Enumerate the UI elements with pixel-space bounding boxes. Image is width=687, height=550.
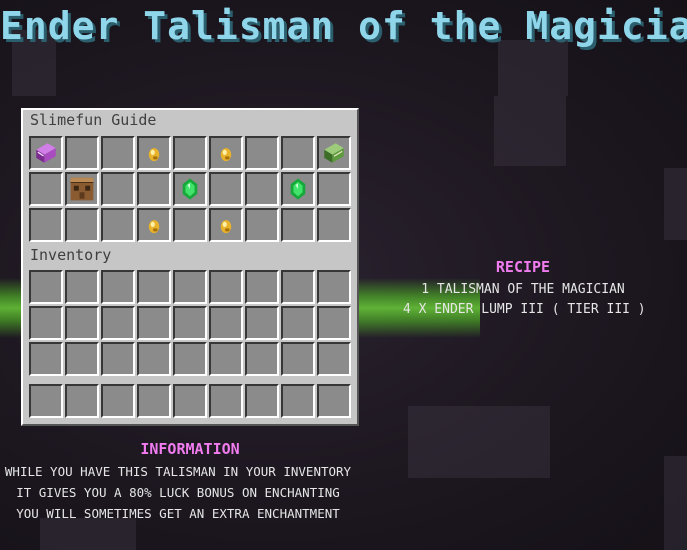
guide-slot[interactable] xyxy=(29,172,63,206)
guide-slot[interactable] xyxy=(101,172,135,206)
guide-slot[interactable] xyxy=(29,208,63,242)
information-heading: INFORMATION xyxy=(140,440,240,458)
inventory-slot[interactable] xyxy=(281,270,315,304)
recipe-heading: RECIPE xyxy=(495,258,551,276)
inventory-slot[interactable] xyxy=(209,306,243,340)
inventory-slot[interactable] xyxy=(101,306,135,340)
guide-slot[interactable] xyxy=(29,136,63,170)
inventory-slot[interactable] xyxy=(29,306,63,340)
inventory-slot[interactable] xyxy=(317,342,351,376)
inventory-slot[interactable] xyxy=(281,306,315,340)
inventory-slot[interactable] xyxy=(101,342,135,376)
inventory-slot[interactable] xyxy=(137,342,171,376)
bg-square xyxy=(408,406,550,478)
guide-label: Slimefun Guide xyxy=(30,111,157,129)
guide-slot[interactable] xyxy=(65,172,99,206)
hotbar-slot[interactable] xyxy=(101,384,135,418)
page-title: Ender Talisman of the Magician xyxy=(0,4,687,48)
inventory-slot[interactable] xyxy=(65,270,99,304)
hotbar-slot[interactable] xyxy=(137,384,171,418)
guide-slot[interactable] xyxy=(173,172,207,206)
guide-slot[interactable] xyxy=(209,172,243,206)
guide-slot[interactable] xyxy=(209,208,243,242)
information-line-2: IT GIVES YOU A 80% LUCK BONUS ON ENCHANT… xyxy=(16,485,340,500)
inventory-grid xyxy=(29,270,351,376)
inventory-slot[interactable] xyxy=(137,306,171,340)
inventory-slot[interactable] xyxy=(317,306,351,340)
bg-square xyxy=(498,40,568,96)
hotbar-slot[interactable] xyxy=(173,384,207,418)
guide-slot[interactable] xyxy=(245,172,279,206)
recipe-line-1: 1 TALISMAN OF THE MAGICIAN xyxy=(421,282,625,297)
inventory-slot[interactable] xyxy=(245,270,279,304)
inventory-slot[interactable] xyxy=(317,270,351,304)
information-line-1: WHILE YOU HAVE THIS TALISMAN IN YOUR INV… xyxy=(4,464,352,479)
inventory-slot[interactable] xyxy=(209,342,243,376)
hotbar-slot[interactable] xyxy=(281,384,315,418)
inventory-label: Inventory xyxy=(30,246,112,264)
guide-slot[interactable] xyxy=(137,172,171,206)
guide-slot[interactable] xyxy=(281,136,315,170)
inventory-window: Slimefun Guide Inventory xyxy=(21,108,359,426)
guide-slot[interactable] xyxy=(173,136,207,170)
hotbar-slot[interactable] xyxy=(209,384,243,418)
inventory-slot[interactable] xyxy=(29,270,63,304)
recipe-line-2: 4 X ENDER LUMP III ( TIER III ) xyxy=(403,302,646,317)
guide-slot[interactable] xyxy=(101,136,135,170)
hotbar-slot[interactable] xyxy=(317,384,351,418)
inventory-slot[interactable] xyxy=(65,342,99,376)
guide-grid xyxy=(29,136,351,242)
guide-slot[interactable] xyxy=(137,208,171,242)
guide-slot[interactable] xyxy=(281,172,315,206)
guide-slot[interactable] xyxy=(209,136,243,170)
guide-slot[interactable] xyxy=(65,208,99,242)
guide-slot[interactable] xyxy=(245,136,279,170)
hotbar-slot[interactable] xyxy=(29,384,63,418)
bg-square xyxy=(494,96,566,166)
inventory-slot[interactable] xyxy=(281,342,315,376)
guide-slot[interactable] xyxy=(65,136,99,170)
hotbar-grid xyxy=(29,384,351,418)
guide-slot[interactable] xyxy=(137,136,171,170)
guide-slot[interactable] xyxy=(245,208,279,242)
guide-slot[interactable] xyxy=(317,172,351,206)
bg-square xyxy=(664,456,687,550)
bg-square xyxy=(40,518,136,550)
inventory-slot[interactable] xyxy=(137,270,171,304)
guide-slot[interactable] xyxy=(317,136,351,170)
information-line-3: YOU WILL SOMETIMES GET AN EXTRA ENCHANTM… xyxy=(16,506,340,521)
inventory-slot[interactable] xyxy=(173,270,207,304)
inventory-slot[interactable] xyxy=(101,270,135,304)
inventory-slot[interactable] xyxy=(29,342,63,376)
hotbar-slot[interactable] xyxy=(65,384,99,418)
inventory-slot[interactable] xyxy=(245,342,279,376)
guide-slot[interactable] xyxy=(317,208,351,242)
guide-slot[interactable] xyxy=(281,208,315,242)
bg-square xyxy=(664,168,687,240)
inventory-slot[interactable] xyxy=(173,342,207,376)
guide-slot[interactable] xyxy=(173,208,207,242)
hotbar-slot[interactable] xyxy=(245,384,279,418)
inventory-slot[interactable] xyxy=(245,306,279,340)
inventory-slot[interactable] xyxy=(173,306,207,340)
inventory-slot[interactable] xyxy=(209,270,243,304)
guide-slot[interactable] xyxy=(101,208,135,242)
inventory-slot[interactable] xyxy=(65,306,99,340)
